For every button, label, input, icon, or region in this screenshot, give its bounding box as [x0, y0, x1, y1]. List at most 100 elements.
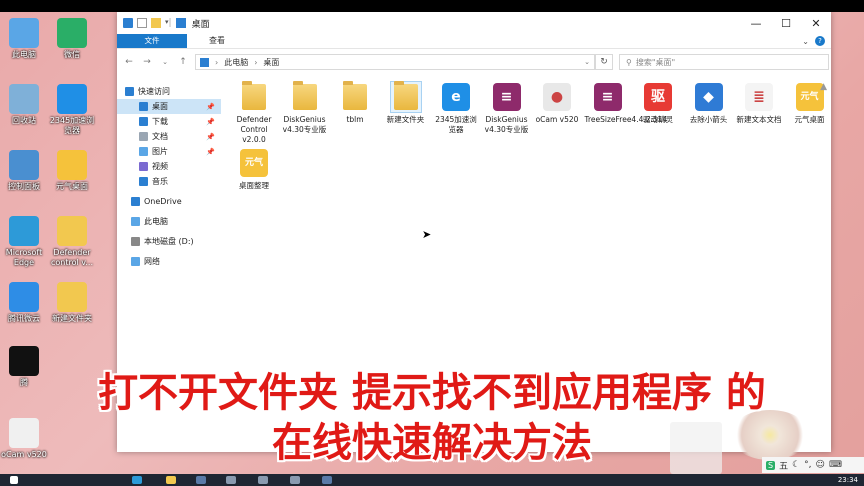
nav-item-icon	[131, 237, 140, 246]
desktop-folder-icon	[175, 18, 186, 28]
properties-icon[interactable]	[137, 18, 147, 28]
file-label: DiskGenius v4.30专业版	[282, 115, 327, 134]
desktop-icon-label: 控制面板	[8, 182, 40, 191]
address-bar[interactable]: › 此电脑 › 桌面 ⌄	[195, 54, 595, 70]
file-item[interactable]: ◆ 去除小箭头	[686, 82, 732, 125]
file-item[interactable]: ≡ TreeSizeFree4.4.2.514	[585, 82, 667, 125]
nav-item-label: 图片	[152, 147, 168, 156]
desktop-icon[interactable]: Microsoft Edge	[0, 216, 48, 268]
pin-icon[interactable]: 📌	[206, 133, 215, 141]
taskbar-app-icon[interactable]	[196, 476, 206, 484]
file-icon-frame: ≡	[492, 82, 522, 112]
app-icon: ≡	[492, 83, 521, 111]
nav-item[interactable]: 图片 📌	[117, 144, 221, 159]
desktop-icon[interactable]: 腾讯微云	[0, 282, 48, 324]
file-item[interactable]: ≡ DiskGenius v4.30专业版	[484, 82, 530, 135]
file-item[interactable]: Defender Control v2.0.0	[231, 81, 277, 145]
file-item[interactable]: ● oCam v520	[534, 82, 580, 125]
clock[interactable]: 23:34	[838, 474, 858, 486]
file-icon-frame: ≡	[593, 82, 623, 112]
file-item[interactable]: tblm	[332, 81, 378, 125]
taskbar-app-icon[interactable]	[258, 476, 268, 484]
desktop-icon[interactable]: 2345加速浏览器	[48, 84, 96, 136]
nav-item-label: 视频	[152, 162, 168, 171]
minimize-button[interactable]: —	[741, 17, 771, 30]
nav-onedrive[interactable]: OneDrive	[117, 194, 221, 209]
expand-ribbon-icon[interactable]: ⌄	[802, 37, 809, 46]
pin-icon[interactable]: 📌	[206, 103, 215, 111]
taskbar-edge-icon[interactable]	[132, 476, 142, 484]
file-item[interactable]: 新建文件夹	[383, 81, 429, 125]
tab-view[interactable]: 查看	[197, 34, 237, 48]
taskbar-explorer-icon[interactable]	[166, 476, 176, 484]
desktop-icon[interactable]: 此电脑	[0, 18, 48, 60]
pin-icon[interactable]: 📌	[206, 148, 215, 156]
nav-item[interactable]: 视频	[117, 159, 221, 174]
breadcrumb-desktop[interactable]: 桌面	[263, 57, 279, 68]
desktop-icon[interactable]: 微信	[48, 18, 96, 60]
maximize-button[interactable]: ☐	[771, 17, 801, 30]
file-item[interactable]: 驱驱动精灵	[635, 82, 681, 125]
file-label: Defender Control v2.0.0	[236, 115, 272, 144]
file-item[interactable]: 元气 桌面整理	[231, 148, 277, 191]
desktop-icon-image	[9, 216, 39, 246]
desktop-icon-image	[57, 18, 87, 48]
taskbar-app-icon[interactable]	[290, 476, 300, 484]
quick-access-toolbar: ▾	[117, 18, 169, 28]
nav-item[interactable]: 文档 📌	[117, 129, 221, 144]
file-icon-frame	[290, 81, 320, 112]
desktop-icon[interactable]: Defender control v...	[48, 216, 96, 268]
desktop-icon[interactable]: 回收站	[0, 84, 48, 126]
file-label: 驱动精灵	[643, 115, 673, 124]
start-icon[interactable]	[10, 476, 18, 484]
file-item[interactable]: e 2345加速浏览器	[433, 82, 479, 135]
new-folder-icon[interactable]	[151, 18, 161, 28]
refresh-button[interactable]: ↻	[595, 54, 613, 70]
file-label: DiskGenius v4.30专业版	[484, 115, 529, 134]
nav-item-icon	[131, 217, 140, 226]
taskbar-app-icon[interactable]	[226, 476, 236, 484]
pin-icon[interactable]: 📌	[206, 118, 215, 126]
nav-local-disk[interactable]: 本地磁盘 (D:)	[117, 234, 221, 249]
close-button[interactable]: ✕	[801, 17, 831, 30]
nav-item-label: 音乐	[152, 177, 168, 186]
file-icon-frame	[239, 81, 269, 112]
scroll-up-icon[interactable]: ▲	[820, 82, 827, 92]
taskbar: 23:34	[0, 474, 864, 486]
taskbar-app-icon[interactable]	[322, 476, 332, 484]
search-box[interactable]: ⚲ 搜索"桌面"	[619, 54, 829, 70]
folder-icon	[242, 81, 266, 110]
recent-chevron-icon[interactable]: ⌄	[159, 58, 171, 66]
desktop-icon-image	[57, 282, 87, 312]
file-icon-frame: 元气	[239, 148, 269, 178]
desktop-icon[interactable]: 控制面板	[0, 150, 48, 192]
file-item[interactable]: DiskGenius v4.30专业版	[282, 81, 328, 135]
desktop-icon-label: 此电脑	[12, 50, 36, 59]
nav-network[interactable]: 网络	[117, 254, 221, 269]
desktop-icon-image	[57, 216, 87, 246]
top-black-bar	[0, 0, 864, 12]
nav-item[interactable]: 桌面 📌	[117, 99, 221, 114]
nav-quick-access[interactable]: 快速访问	[117, 84, 221, 99]
desktop-icon[interactable]: 新建文件夹	[48, 282, 96, 324]
back-icon[interactable]: ←	[123, 57, 135, 67]
desktop-icon-label: Microsoft Edge	[5, 248, 43, 267]
nav-item-icon	[139, 162, 148, 171]
forward-icon[interactable]: →	[141, 57, 153, 67]
file-icon-frame: e	[441, 82, 471, 112]
desktop-icon-label: 微信	[64, 50, 80, 59]
file-item[interactable]: ≣ 新建文本文档	[736, 82, 782, 125]
up-icon[interactable]: ↑	[177, 57, 189, 67]
nav-item-icon	[131, 197, 140, 206]
desktop-icon[interactable]: 元气桌面	[48, 150, 96, 192]
nav-this-pc[interactable]: 此电脑	[117, 214, 221, 229]
address-dropdown-icon[interactable]: ⌄	[584, 58, 590, 66]
address-row: ← → ⌄ ↑ › 此电脑 › 桌面 ⌄ ↻ ⚲ 搜索"桌面"	[117, 49, 831, 75]
file-label: oCam v520	[535, 115, 579, 124]
help-icon[interactable]: ?	[815, 36, 825, 46]
nav-item[interactable]: 下载 📌	[117, 114, 221, 129]
breadcrumb-separator-icon: ›	[254, 57, 258, 67]
tab-file[interactable]: 文件	[117, 34, 187, 48]
breadcrumb-this-pc[interactable]: 此电脑	[224, 57, 248, 68]
nav-item[interactable]: 音乐	[117, 174, 221, 189]
